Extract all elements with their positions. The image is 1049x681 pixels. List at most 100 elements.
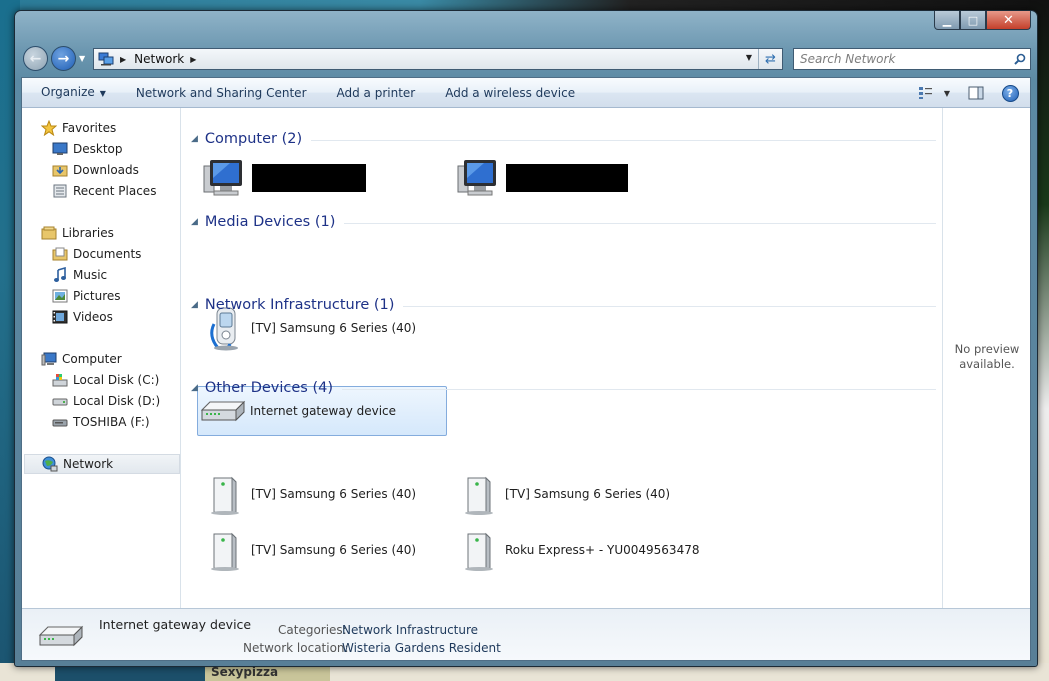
breadcrumb-separator-icon[interactable]: ▶ — [190, 55, 196, 64]
generic-device-icon — [453, 526, 503, 574]
desktop-icon — [52, 141, 68, 157]
add-wireless-device-button[interactable]: Add a wireless device — [430, 78, 590, 108]
nav-label: Desktop — [73, 142, 123, 156]
organize-label: Organize — [41, 84, 95, 99]
group-title: Network Infrastructure (1) — [204, 297, 395, 313]
redacted-computer-name — [506, 164, 628, 192]
group-header-network-infrastructure[interactable]: ◢ Network Infrastructure (1) — [191, 295, 936, 315]
collapse-triangle-icon[interactable]: ◢ — [191, 134, 198, 144]
details-device-name: Internet gateway device — [99, 617, 252, 632]
system-drive-icon — [52, 372, 68, 388]
documents-icon — [52, 246, 68, 262]
content-pane: ◢ Computer (2) ◢ Media Devices (1) [TV] … — [182, 108, 942, 608]
device-label: Roku Express+ - YU0049563478 — [505, 543, 700, 557]
nav-label: Recent Places — [73, 184, 157, 198]
forward-button[interactable]: → — [51, 46, 76, 71]
search-icon[interactable] — [1010, 53, 1030, 65]
group-divider — [311, 139, 936, 141]
preview-pane: No preview available. — [942, 108, 1030, 608]
group-title: Other Devices (4) — [204, 380, 333, 396]
view-options-chevron-icon[interactable]: ▼ — [940, 89, 954, 98]
help-icon: ? — [1001, 84, 1019, 102]
nav-documents[interactable]: Documents — [22, 244, 180, 264]
nav-label: Pictures — [73, 289, 121, 303]
nav-local-disk-d[interactable]: Local Disk (D:) — [22, 391, 180, 411]
close-button[interactable]: ✕ — [986, 11, 1031, 30]
device-label: [TV] Samsung 6 Series (40) — [251, 321, 417, 335]
address-bar[interactable]: ▶ Network ▶ ▼ ⇄ — [93, 48, 783, 70]
help-button[interactable]: ? — [996, 84, 1024, 102]
other-device-tile[interactable]: Roku Express+ - YU0049563478 — [453, 525, 703, 575]
collapse-triangle-icon[interactable]: ◢ — [191, 217, 198, 227]
group-header-computer[interactable]: ◢ Computer (2) — [191, 129, 936, 149]
computer-icon — [199, 154, 249, 202]
other-device-tile[interactable]: [TV] Samsung 6 Series (40) — [199, 525, 449, 575]
videos-icon — [52, 309, 68, 325]
network-sharing-center-button[interactable]: Network and Sharing Center — [121, 78, 322, 108]
nav-desktop[interactable]: Desktop — [22, 139, 180, 159]
computer-tile-1[interactable] — [199, 153, 449, 203]
add-printer-button[interactable]: Add a printer — [322, 78, 431, 108]
nav-label: Libraries — [62, 226, 114, 240]
group-header-media-devices[interactable]: ◢ Media Devices (1) — [191, 212, 936, 232]
preview-text-line1: No preview — [954, 342, 1020, 356]
computer-tile-2[interactable] — [453, 153, 703, 203]
other-device-tile[interactable]: [TV] Samsung 6 Series (40) — [453, 469, 703, 519]
nav-label: Local Disk (D:) — [73, 394, 161, 408]
collapse-triangle-icon[interactable]: ◢ — [191, 300, 198, 310]
nav-label: Downloads — [73, 163, 139, 177]
generic-device-icon — [199, 526, 249, 574]
recent-pages-dropdown[interactable]: ▼ — [79, 54, 85, 63]
nav-downloads[interactable]: Downloads — [22, 160, 180, 180]
preview-text-line2: available. — [959, 357, 1015, 371]
collapse-triangle-icon[interactable]: ◢ — [191, 383, 198, 393]
group-title: Computer (2) — [204, 131, 303, 147]
group-title: Media Devices (1) — [204, 214, 336, 230]
address-row: ← → ▼ ▶ Network ▶ ▼ ⇄ — [21, 45, 1031, 73]
group-header-other-devices[interactable]: ◢ Other Devices (4) — [191, 378, 936, 398]
nav-computer[interactable]: Computer — [22, 349, 180, 369]
change-view-icon[interactable] — [912, 86, 940, 100]
breadcrumb-network[interactable]: Network — [134, 52, 184, 66]
other-device-tile[interactable]: [TV] Samsung 6 Series (40) — [199, 469, 449, 519]
explorer-window: ▁ □ ✕ ← → ▼ ▶ Network ▶ ▼ ⇄ Search Netwo… — [14, 10, 1038, 667]
preview-pane-icon[interactable] — [962, 86, 990, 100]
nav-toshiba-f[interactable]: TOSHIBA (F:) — [22, 412, 180, 432]
address-dropdown-icon[interactable]: ▼ — [746, 53, 752, 62]
pictures-icon — [52, 288, 68, 304]
router-icon — [38, 625, 84, 647]
nav-videos[interactable]: Videos — [22, 307, 180, 327]
details-location-label: Network location: — [243, 641, 349, 655]
redacted-computer-name — [252, 164, 366, 192]
computer-icon — [41, 351, 57, 367]
music-icon — [52, 267, 68, 283]
maximize-button[interactable]: □ — [960, 11, 986, 30]
nav-label: Network — [63, 457, 114, 471]
organize-menu[interactable]: Organize ▼ — [22, 77, 121, 109]
generic-device-icon — [453, 470, 503, 518]
group-divider — [403, 305, 936, 307]
chevron-down-icon: ▼ — [99, 88, 106, 98]
minimize-button[interactable]: ▁ — [934, 11, 960, 30]
navigation-pane: Favorites Desktop Downloads Recent Place… — [22, 108, 181, 608]
nav-music[interactable]: Music — [22, 265, 180, 285]
nav-favorites[interactable]: Favorites — [22, 118, 180, 138]
nav-libraries[interactable]: Libraries — [22, 223, 180, 243]
nav-pictures[interactable]: Pictures — [22, 286, 180, 306]
breadcrumb-separator-icon[interactable]: ▶ — [120, 55, 126, 64]
group-divider — [342, 388, 936, 390]
downloads-folder-icon — [52, 162, 68, 178]
nav-label: Local Disk (C:) — [73, 373, 160, 387]
nav-recent-places[interactable]: Recent Places — [22, 181, 180, 201]
search-box[interactable] — [793, 48, 1031, 70]
details-pane: Internet gateway device Categories: Netw… — [22, 608, 1030, 660]
refresh-icon[interactable]: ⇄ — [758, 49, 782, 69]
search-input[interactable] — [794, 50, 1010, 68]
nav-local-disk-c[interactable]: Local Disk (C:) — [22, 370, 180, 390]
back-button[interactable]: ← — [23, 46, 48, 71]
network-icon — [98, 52, 114, 66]
star-icon — [41, 120, 57, 136]
libraries-icon — [41, 225, 57, 241]
nav-network[interactable]: Network — [24, 454, 180, 474]
generic-device-icon — [199, 470, 249, 518]
